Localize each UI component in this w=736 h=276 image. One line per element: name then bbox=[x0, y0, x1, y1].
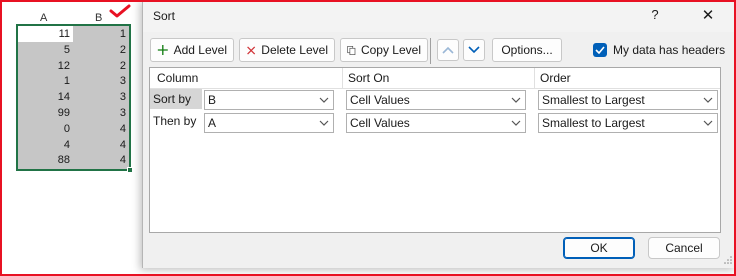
sheet-row[interactable]: 12 2 bbox=[18, 58, 129, 74]
sort-by-label[interactable]: Sort by bbox=[150, 89, 202, 109]
sort-on-header: Sort On bbox=[348, 71, 390, 85]
sheet-row[interactable]: 04 bbox=[18, 121, 129, 137]
sheet-row[interactable]: 14 3 bbox=[18, 89, 129, 105]
sort-levels-grid: Column Sort On Order Sort by B Cell Valu… bbox=[149, 67, 721, 233]
cancel-button[interactable]: Cancel bbox=[648, 237, 720, 259]
sheet-row[interactable]: 88 4 bbox=[18, 152, 129, 168]
sort-by-sort-on-select[interactable]: Cell Values bbox=[346, 90, 526, 110]
then-by-column-select[interactable]: A bbox=[204, 113, 334, 133]
move-down-button[interactable] bbox=[463, 39, 485, 61]
then-by-order-select[interactable]: Smallest to Largest bbox=[538, 113, 718, 133]
delete-x-icon bbox=[247, 45, 256, 55]
chevron-up-icon bbox=[442, 46, 454, 54]
chevron-down-icon bbox=[319, 97, 329, 103]
check-icon bbox=[595, 46, 605, 54]
sort-by-order-select[interactable]: Smallest to Largest bbox=[538, 90, 718, 110]
chevron-down-icon bbox=[319, 120, 329, 126]
move-up-button[interactable] bbox=[437, 39, 459, 61]
dialog-title: Sort bbox=[153, 9, 176, 23]
sheet-row[interactable]: 13 bbox=[18, 73, 129, 89]
headers-checkbox-label[interactable]: My data has headers bbox=[613, 43, 725, 57]
column-header-a[interactable]: A bbox=[40, 12, 47, 24]
options-label: Options... bbox=[501, 43, 553, 57]
header-divider bbox=[534, 68, 535, 88]
options-button[interactable]: Options... bbox=[492, 38, 562, 62]
copy-icon bbox=[347, 45, 356, 55]
title-bar[interactable]: Sort ? ✕ bbox=[143, 0, 736, 32]
copy-level-button[interactable]: Copy Level bbox=[340, 38, 428, 62]
resize-grip-icon[interactable] bbox=[724, 256, 732, 264]
chevron-down-icon bbox=[511, 120, 521, 126]
delete-level-button[interactable]: Delete Level bbox=[239, 38, 335, 62]
copy-level-label: Copy Level bbox=[360, 43, 421, 57]
chevron-down-icon bbox=[703, 97, 713, 103]
delete-level-label: Delete Level bbox=[261, 43, 328, 57]
column-header-b[interactable]: B bbox=[95, 12, 102, 24]
then-by-label[interactable]: Then by bbox=[150, 111, 202, 131]
sheet-row[interactable]: 11 1 bbox=[18, 26, 129, 42]
close-button[interactable]: ✕ bbox=[696, 6, 720, 26]
chevron-down-icon bbox=[511, 97, 521, 103]
fill-handle[interactable] bbox=[127, 167, 133, 173]
add-level-label: Add Level bbox=[173, 43, 227, 57]
chevron-down-icon bbox=[468, 46, 480, 54]
sheet-row[interactable]: 44 bbox=[18, 137, 129, 153]
headers-checkbox[interactable] bbox=[593, 43, 607, 57]
plus-icon bbox=[157, 45, 168, 55]
header-divider bbox=[342, 68, 343, 88]
sheet-row[interactable]: 52 bbox=[18, 42, 129, 58]
column-header: Column bbox=[157, 71, 199, 85]
ok-button[interactable]: OK bbox=[563, 237, 635, 259]
sort-by-column-select[interactable]: B bbox=[204, 90, 334, 110]
chevron-down-icon bbox=[703, 120, 713, 126]
order-header: Order bbox=[540, 71, 571, 85]
sort-dialog: Sort ? ✕ Add Level Delete Level Copy Lev… bbox=[142, 0, 736, 268]
help-button[interactable]: ? bbox=[645, 7, 665, 27]
spreadsheet-fragment: A B 11 1 52 12 2 13 14 3 99 3 04 44 88 4 bbox=[6, 4, 146, 272]
then-by-sort-on-select[interactable]: Cell Values bbox=[346, 113, 526, 133]
toolbar-separator bbox=[430, 38, 431, 64]
selected-range[interactable]: 11 1 52 12 2 13 14 3 99 3 04 44 88 4 bbox=[16, 24, 133, 173]
sheet-row[interactable]: 99 3 bbox=[18, 105, 129, 121]
add-level-button[interactable]: Add Level bbox=[150, 38, 234, 62]
header-rule bbox=[150, 88, 720, 89]
checkmark-icon bbox=[109, 4, 131, 18]
